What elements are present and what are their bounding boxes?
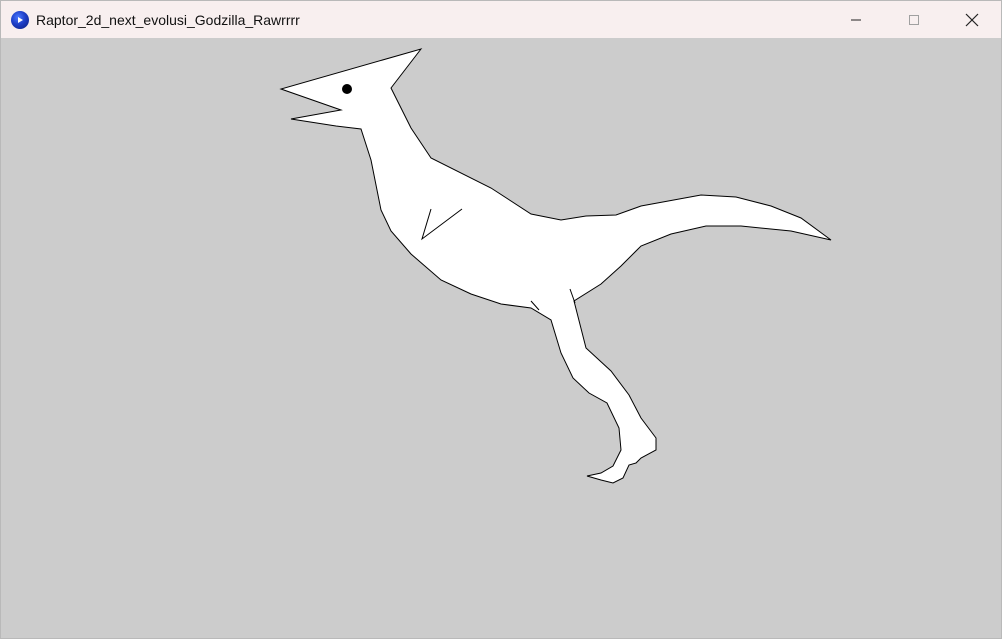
minimize-icon: [851, 19, 861, 20]
window-controls: [827, 1, 1001, 38]
close-button[interactable]: [943, 1, 1001, 38]
raptor-eye: [342, 84, 352, 94]
maximize-icon: [909, 14, 919, 25]
window-title: Raptor_2d_next_evolusi_Godzilla_Rawrrrr: [36, 11, 300, 28]
minimize-button[interactable]: [827, 1, 885, 38]
close-icon: [965, 13, 979, 26]
app-window: Raptor_2d_next_evolusi_Godzilla_Rawrrrr: [0, 0, 1002, 639]
processing-app-icon: [11, 10, 29, 29]
title-bar[interactable]: Raptor_2d_next_evolusi_Godzilla_Rawrrrr: [1, 1, 1001, 38]
maximize-button[interactable]: [885, 1, 943, 38]
raptor-body: [279, 48, 832, 484]
sketch-canvas[interactable]: [1, 38, 1001, 638]
raptor-drawing: [279, 48, 832, 484]
